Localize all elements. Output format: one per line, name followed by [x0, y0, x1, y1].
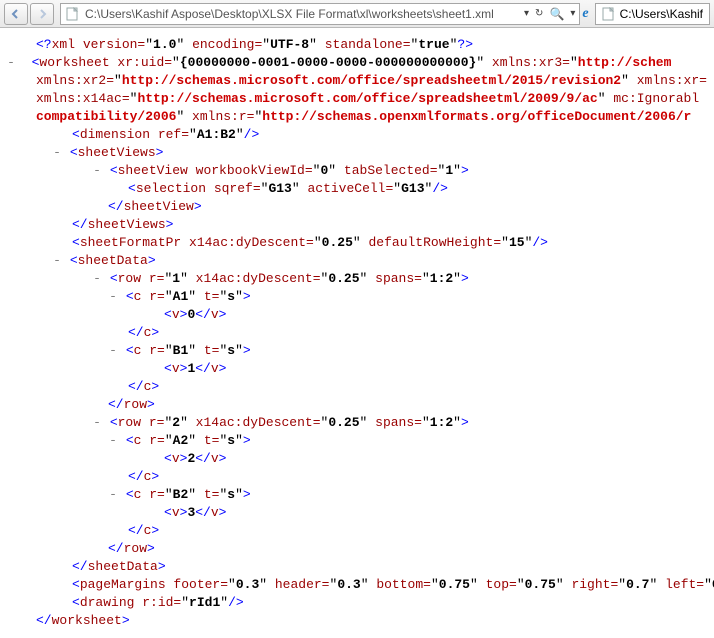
- sheetviews-close: </sheetViews>: [6, 216, 714, 234]
- cell-open: - <c r="A1" t="s">: [6, 288, 714, 306]
- file-icon: [65, 7, 79, 21]
- cell-open: - <c r="A2" t="s">: [6, 432, 714, 450]
- collapse-icon[interactable]: -: [92, 270, 102, 288]
- selection-el: <selection sqref="G13" activeCell="G13"/…: [6, 180, 714, 198]
- cell-value: <v>3</v>: [6, 504, 714, 522]
- cell-value: <v>1</v>: [6, 360, 714, 378]
- tab-title: C:\Users\Kashif: [620, 7, 703, 21]
- arrow-left-icon: [10, 8, 22, 20]
- worksheet-ns-line4: compatibility/2006" xmlns:r="http://sche…: [6, 108, 714, 126]
- row-close: </row>: [6, 540, 714, 558]
- collapse-icon[interactable]: -: [108, 486, 118, 504]
- sheetviews-open: - <sheetViews>: [6, 144, 714, 162]
- refresh-icon[interactable]: ↻: [535, 8, 543, 19]
- sheetformatpr-el: <sheetFormatPr x14ac:dyDescent="0.25" de…: [6, 234, 714, 252]
- sheetview-close: </sheetView>: [6, 198, 714, 216]
- xml-viewer: <?xml version="1.0" encoding="UTF-8" sta…: [0, 28, 714, 638]
- cell-close: </c>: [6, 522, 714, 540]
- pagemargins-el: <pageMargins footer="0.3" header="0.3" b…: [6, 576, 714, 594]
- cell-close: </c>: [6, 324, 714, 342]
- address-bar[interactable]: ▾ ↻ 🔍 ▾: [60, 3, 580, 25]
- search-dropdown-icon[interactable]: ▾: [570, 8, 575, 19]
- arrow-right-icon: [36, 8, 48, 20]
- worksheet-open: - <worksheet xr:uid="{00000000-0001-0000…: [6, 54, 714, 72]
- row-close: </row>: [6, 396, 714, 414]
- search-icon[interactable]: 🔍: [549, 7, 564, 21]
- collapse-icon[interactable]: -: [52, 144, 62, 162]
- worksheet-ns-line2: xmlns:xr2="http://schemas.microsoft.com/…: [6, 72, 714, 90]
- collapse-icon[interactable]: -: [6, 54, 16, 72]
- worksheet-close: </worksheet>: [6, 612, 714, 630]
- row-open: - <row r="2" x14ac:dyDescent="0.25" span…: [6, 414, 714, 432]
- forward-button[interactable]: [30, 3, 54, 25]
- collapse-icon[interactable]: -: [52, 252, 62, 270]
- cell-value: <v>0</v>: [6, 306, 714, 324]
- cell-open: - <c r="B2" t="s">: [6, 486, 714, 504]
- cell-open: - <c r="B1" t="s">: [6, 342, 714, 360]
- collapse-icon[interactable]: -: [92, 162, 102, 180]
- collapse-icon[interactable]: -: [108, 288, 118, 306]
- collapse-icon[interactable]: -: [92, 414, 102, 432]
- worksheet-ns-line3: xmlns:x14ac="http://schemas.microsoft.co…: [6, 90, 714, 108]
- drawing-el: <drawing r:id="rId1"/>: [6, 594, 714, 612]
- cell-close: </c>: [6, 378, 714, 396]
- browser-tab[interactable]: C:\Users\Kashif: [595, 3, 710, 25]
- row-open: - <row r="1" x14ac:dyDescent="0.25" span…: [6, 270, 714, 288]
- ie-logo-icon: e: [582, 6, 588, 22]
- dropdown-icon[interactable]: ▾: [524, 8, 529, 19]
- xml-declaration: <?xml version="1.0" encoding="UTF-8" sta…: [6, 36, 714, 54]
- collapse-icon[interactable]: -: [108, 432, 118, 450]
- sheetview-open: - <sheetView workbookViewId="0" tabSelec…: [6, 162, 714, 180]
- dimension-el: <dimension ref="A1:B2"/>: [6, 126, 714, 144]
- collapse-icon[interactable]: -: [108, 342, 118, 360]
- sheetdata-close: </sheetData>: [6, 558, 714, 576]
- sheetdata-open: - <sheetData>: [6, 252, 714, 270]
- address-input[interactable]: [83, 6, 520, 22]
- cell-close: </c>: [6, 468, 714, 486]
- cell-value: <v>2</v>: [6, 450, 714, 468]
- file-icon: [602, 7, 616, 21]
- browser-toolbar: ▾ ↻ 🔍 ▾ e C:\Users\Kashif: [0, 0, 714, 28]
- back-button[interactable]: [4, 3, 28, 25]
